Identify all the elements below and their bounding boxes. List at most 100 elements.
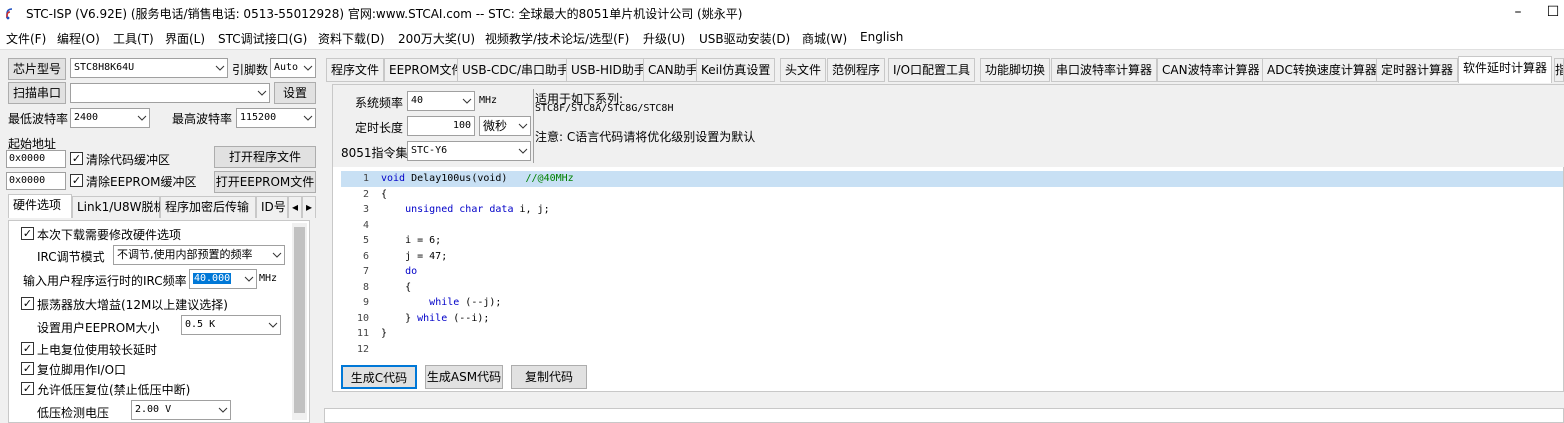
menu-video-forum[interactable]: 视频教学/技术论坛/选型(F) xyxy=(485,30,629,47)
tab-eeprom-file[interactable]: EEPROM文件 xyxy=(384,58,469,82)
tab-adc-speed-calc[interactable]: ADC转换速度计算器 xyxy=(1262,58,1382,82)
tab-program-file[interactable]: 程序文件 xyxy=(326,58,385,82)
port-select[interactable] xyxy=(70,83,270,103)
menu-upgrade[interactable]: 升级(U) xyxy=(643,30,685,47)
code-line[interactable]: 7 do xyxy=(341,264,1563,280)
tab-link1-offline[interactable]: Link1/U8W脱机 xyxy=(72,196,166,218)
tab-id[interactable]: ID号 xyxy=(256,196,288,218)
irc-frequency-select[interactable]: 40.000 xyxy=(189,269,257,289)
code-text: } xyxy=(381,328,388,339)
code-line[interactable]: 5 i = 6; xyxy=(341,233,1563,249)
menu-debug-interface[interactable]: STC调试接口(G) xyxy=(218,30,307,47)
max-baud-select[interactable]: 115200 xyxy=(236,108,316,128)
reset-pin-io-checkbox[interactable]: ✓ xyxy=(21,362,34,375)
sys-freq-value: 40 xyxy=(411,95,424,106)
generate-c-code-button[interactable]: 生成C代码 xyxy=(341,365,417,389)
menu-tools[interactable]: 工具(T) xyxy=(113,30,154,47)
menu-program[interactable]: 编程(O) xyxy=(57,30,100,47)
clear-eeprom-checkbox[interactable]: ✓ xyxy=(70,174,83,187)
menu-store[interactable]: 商城(W) xyxy=(802,30,847,47)
code-line[interactable]: 4 xyxy=(341,218,1563,234)
lvr-checkbox[interactable]: ✓ xyxy=(21,382,34,395)
osc-gain-label: 振荡器放大增益(12M以上建议选择) xyxy=(37,298,228,312)
irc-mode-value: 不调节,使用内部预置的频率 xyxy=(117,248,253,261)
code-line[interactable]: 2{ xyxy=(341,187,1563,203)
tab-timer-calc[interactable]: 定时器计算器 xyxy=(1376,58,1459,82)
window-title: STC-ISP (V6.92E) (服务电话/销售电话: 0513-550129… xyxy=(26,7,743,21)
pins-select[interactable]: Auto xyxy=(270,58,316,78)
minimize-button[interactable]: – xyxy=(1508,3,1528,23)
tab-uart-baud-calc[interactable]: 串口波特率计算器 xyxy=(1051,58,1158,82)
por-delay-checkbox[interactable]: ✓ xyxy=(21,342,34,355)
line-number: 7 xyxy=(362,266,369,277)
modify-hw-label: 本次下载需要修改硬件选项 xyxy=(37,228,182,242)
code-line[interactable]: 11} xyxy=(341,326,1563,342)
menu-prize[interactable]: 200万大奖(U) xyxy=(398,30,475,47)
tab-pin-switch[interactable]: 功能脚切换 xyxy=(980,58,1051,82)
generate-asm-code-button[interactable]: 生成ASM代码 xyxy=(425,365,503,389)
generated-code-editor[interactable]: 1 void Delay100us(void) //@40MHz 2{3 unsig… xyxy=(341,171,1563,357)
tab-scroll-left-icon[interactable]: ◂ xyxy=(288,196,302,218)
open-eeprom-file-button[interactable]: 打开EEPROM文件 xyxy=(214,171,316,193)
tab-encrypted-download[interactable]: 程序加密后传输 xyxy=(160,196,256,218)
tab-scroll-right-icon[interactable]: ▸ xyxy=(302,196,316,218)
tab-delay-calc[interactable]: 软件延时计算器 xyxy=(1458,56,1553,83)
min-baud-select[interactable]: 2400 xyxy=(70,108,150,128)
isa-select[interactable]: STC-Y6 xyxy=(407,141,531,161)
hw-scrollbar[interactable] xyxy=(292,223,307,420)
irc-frequency-value: 40.000 xyxy=(193,273,232,284)
chevron-down-icon xyxy=(272,252,282,258)
tab-usb-hid[interactable]: USB-HID助手 xyxy=(566,58,651,82)
tab-usb-cdc[interactable]: USB-CDC/串口助手 xyxy=(457,58,575,82)
isa-value: STC-Y6 xyxy=(411,145,448,156)
code-line[interactable]: 1 void Delay100us(void) //@40MHz xyxy=(341,171,1563,187)
code-line[interactable]: 3 unsigned char data i, j; xyxy=(341,202,1563,218)
copy-code-button[interactable]: 复制代码 xyxy=(511,365,587,389)
menu-download-docs[interactable]: 资料下载(D) xyxy=(318,30,385,47)
tab-header-files[interactable]: 头文件 xyxy=(780,58,827,82)
modify-hw-checkbox[interactable]: ✓ xyxy=(21,227,34,240)
clear-code-checkbox[interactable]: ✓ xyxy=(70,152,83,165)
scan-port-button[interactable]: 扫描串口 xyxy=(8,82,66,104)
code-text: do xyxy=(405,266,418,277)
code-line[interactable]: 9 while (--j); xyxy=(341,295,1563,311)
delay-length-input[interactable]: 100 xyxy=(407,116,475,136)
tab-examples[interactable]: 范例程序 xyxy=(827,58,886,82)
code-line[interactable]: 6 j = 47; xyxy=(341,249,1563,265)
right-panel: 程序文件 EEPROM文件 USB-CDC/串口助手 USB-HID助手 CAN… xyxy=(322,52,1564,423)
code-address-input[interactable]: 0x0000 xyxy=(6,150,66,168)
code-line[interactable]: 8 { xyxy=(341,280,1563,296)
line-number: 12 xyxy=(356,343,369,355)
max-baud-label: 最高波特率 xyxy=(172,112,233,126)
hw-scrollbar-thumb[interactable] xyxy=(294,227,305,413)
settings-button[interactable]: 设置 xyxy=(274,82,316,104)
code-line[interactable]: 10 } while (--i); xyxy=(341,311,1563,327)
tab-can-assistant[interactable]: CAN助手 xyxy=(643,58,703,82)
maximize-button[interactable]: ☐ xyxy=(1543,3,1563,23)
delay-unit-select[interactable]: 微秒 xyxy=(479,116,531,136)
tab-more[interactable]: 指 xyxy=(1554,58,1564,82)
lvd-select[interactable]: 2.00 V xyxy=(131,400,231,420)
isa-label: 8051指令集 xyxy=(341,146,408,160)
irc-mode-select[interactable]: 不调节,使用内部预置的频率 xyxy=(113,245,285,265)
open-program-file-button[interactable]: 打开程序文件 xyxy=(214,146,316,168)
output-box[interactable] xyxy=(324,408,1564,423)
eeprom-size-select[interactable]: 0.5 K xyxy=(181,315,281,335)
osc-gain-checkbox[interactable]: ✓ xyxy=(21,297,34,310)
tab-can-baud-calc[interactable]: CAN波特率计算器 xyxy=(1157,58,1265,82)
tab-io-config[interactable]: I/O口配置工具 xyxy=(888,58,976,82)
menu-file[interactable]: 文件(F) xyxy=(6,30,46,47)
sys-freq-select[interactable]: 40 xyxy=(407,91,475,111)
eeprom-address-input[interactable]: 0x0000 xyxy=(6,172,66,190)
min-baud-label: 最低波特率 xyxy=(8,112,69,126)
menu-interface[interactable]: 界面(L) xyxy=(165,30,205,47)
tab-keil-sim[interactable]: Keil仿真设置 xyxy=(696,58,776,82)
code-text: } while (--i); xyxy=(381,312,490,324)
menu-english[interactable]: English xyxy=(860,30,903,44)
chip-type-select[interactable]: STC8H8K64U xyxy=(70,58,228,78)
reset-pin-io-label: 复位脚用作I/O口 xyxy=(37,363,127,377)
code-line[interactable]: 12 xyxy=(341,342,1563,358)
menu-usb-driver[interactable]: USB驱动安装(D) xyxy=(699,30,790,47)
code-text: unsigned char data i, j; xyxy=(405,204,550,215)
tab-hardware-options[interactable]: 硬件选项 xyxy=(8,194,72,218)
